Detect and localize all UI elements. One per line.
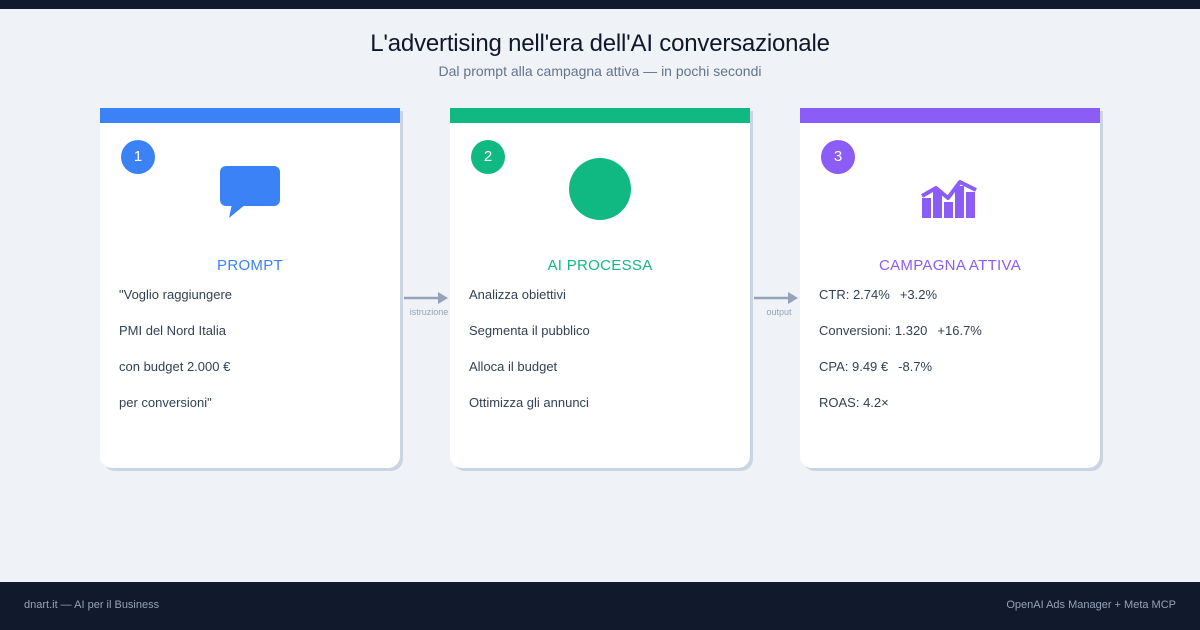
- step-card-campaign: 3 CAMPAGNA ATTIVA CTR: 2.74% +3.2% Conver…: [800, 108, 1100, 468]
- process-line: Analizza obiettivi: [469, 287, 566, 302]
- prompt-line: "Voglio raggiungere: [119, 287, 233, 302]
- metric-ctr: CTR: 2.74% +3.2%: [819, 287, 1089, 323]
- prompt-line: PMI del Nord Italia: [119, 323, 226, 338]
- prompt-line: con budget 2.000 €: [119, 359, 231, 374]
- metric-conversions: Conversioni: 1.320 +16.7%: [819, 323, 1089, 359]
- card-accent-bar: [800, 108, 1100, 123]
- page-subtitle: Dal prompt alla campagna attiva — in poc…: [438, 63, 762, 79]
- metric-delta: +3.2%: [899, 287, 938, 302]
- circle-icon: [568, 158, 632, 222]
- speech-bubble-icon: [218, 158, 282, 222]
- metric-label: CTR: 2.74%: [819, 287, 890, 302]
- footer-bar: dnart.it — AI per il Business OpenAI Ads…: [0, 582, 1200, 630]
- metric-label: ROAS: 4.2×: [819, 395, 889, 410]
- prompt-line: per conversioni": [119, 395, 212, 410]
- step-heading: CAMPAGNA ATTIVA: [878, 257, 1022, 274]
- metric-delta: -8.7%: [898, 359, 933, 374]
- bar-chart-icon: [918, 158, 982, 222]
- metric-delta: +16.7%: [937, 323, 982, 338]
- process-line: Ottimizza gli annunci: [469, 395, 589, 410]
- page-title: L'advertising nell'era dell'AI conversaz…: [370, 30, 830, 57]
- connector-label: output: [766, 307, 792, 317]
- step-heading: AI PROCESSA: [547, 257, 653, 274]
- step-heading: PROMPT: [217, 257, 283, 274]
- card-accent-bar: [100, 108, 400, 123]
- metric-cpa: CPA: 9.49 € -8.7%: [819, 359, 1089, 395]
- metric-label: Conversioni: 1.320: [819, 323, 928, 338]
- step-number-badge: 1: [121, 140, 155, 174]
- metric-label: CPA: 9.49 €: [819, 359, 889, 374]
- card-accent-bar: [450, 108, 750, 123]
- step-number-badge: 2: [471, 140, 505, 174]
- footer-tagline: OpenAI Ads Manager + Meta MCP: [1006, 599, 1176, 611]
- step-number-badge: 3: [821, 140, 855, 174]
- step-card-prompt: 1 PROMPT "Voglio raggiungere PMI del Nor…: [100, 108, 400, 468]
- metric-roas: ROAS: 4.2×: [819, 395, 1089, 431]
- process-line: Alloca il budget: [469, 359, 558, 374]
- metric-list: CTR: 2.74% +3.2% Conversioni: 1.320 +16.7%…: [819, 287, 1089, 431]
- step-lines: "Voglio raggiungere PMI del Nord Italia …: [119, 287, 389, 431]
- connector-label: istruzione: [409, 307, 449, 317]
- footer-brand: dnart.it — AI per il Business: [24, 599, 160, 611]
- top-bar: [0, 0, 1200, 9]
- process-line: Segmenta il pubblico: [469, 323, 590, 338]
- step-lines: Analizza obiettivi Segmenta il pubblico …: [469, 287, 739, 431]
- step-card-ai: 2 AI PROCESSA Analizza obiettivi Segment…: [450, 108, 750, 468]
